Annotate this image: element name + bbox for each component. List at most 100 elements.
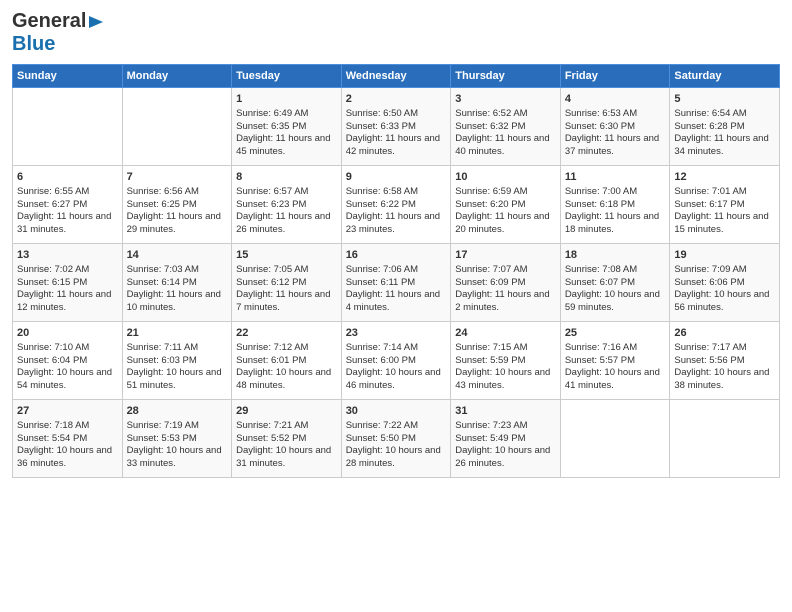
day-number: 10 [455,170,556,185]
day-info: Sunrise: 6:52 AM [455,108,556,121]
day-info: Sunrise: 7:23 AM [455,420,556,433]
column-header-saturday: Saturday [670,65,780,88]
day-number: 5 [674,92,775,107]
day-number: 6 [17,170,118,185]
calendar-cell: 16Sunrise: 7:06 AMSunset: 6:11 PMDayligh… [341,244,451,322]
day-info: Sunset: 6:30 PM [565,121,666,134]
day-info: Sunrise: 7:12 AM [236,342,337,355]
calendar-cell: 8Sunrise: 6:57 AMSunset: 6:23 PMDaylight… [232,166,342,244]
day-info: Sunrise: 7:18 AM [17,420,118,433]
calendar-cell: 14Sunrise: 7:03 AMSunset: 6:14 PMDayligh… [122,244,232,322]
day-number: 1 [236,92,337,107]
calendar-cell: 23Sunrise: 7:14 AMSunset: 6:00 PMDayligh… [341,322,451,400]
day-number: 23 [346,326,447,341]
calendar-week-4: 20Sunrise: 7:10 AMSunset: 6:04 PMDayligh… [13,322,780,400]
day-info: Sunrise: 7:22 AM [346,420,447,433]
calendar-body: 1Sunrise: 6:49 AMSunset: 6:35 PMDaylight… [13,88,780,478]
day-info: Sunset: 6:14 PM [127,277,228,290]
day-info: Daylight: 10 hours and 38 minutes. [674,367,775,393]
day-number: 29 [236,404,337,419]
calendar-cell: 21Sunrise: 7:11 AMSunset: 6:03 PMDayligh… [122,322,232,400]
day-info: Daylight: 11 hours and 37 minutes. [565,133,666,159]
day-info: Sunrise: 6:55 AM [17,186,118,199]
day-number: 20 [17,326,118,341]
day-number: 9 [346,170,447,185]
day-number: 15 [236,248,337,263]
day-info: Sunset: 6:25 PM [127,199,228,212]
day-info: Sunset: 6:09 PM [455,277,556,290]
day-info: Daylight: 11 hours and 15 minutes. [674,211,775,237]
calendar-cell: 9Sunrise: 6:58 AMSunset: 6:22 PMDaylight… [341,166,451,244]
day-number: 7 [127,170,228,185]
day-info: Sunset: 6:01 PM [236,355,337,368]
day-info: Sunset: 6:06 PM [674,277,775,290]
day-info: Sunset: 6:28 PM [674,121,775,134]
calendar-cell: 2Sunrise: 6:50 AMSunset: 6:33 PMDaylight… [341,88,451,166]
day-info: Daylight: 10 hours and 41 minutes. [565,367,666,393]
day-info: Sunrise: 6:50 AM [346,108,447,121]
day-info: Daylight: 11 hours and 34 minutes. [674,133,775,159]
day-info: Daylight: 10 hours and 43 minutes. [455,367,556,393]
calendar-cell: 29Sunrise: 7:21 AMSunset: 5:52 PMDayligh… [232,400,342,478]
calendar-cell: 30Sunrise: 7:22 AMSunset: 5:50 PMDayligh… [341,400,451,478]
day-info: Sunset: 6:07 PM [565,277,666,290]
day-info: Daylight: 11 hours and 20 minutes. [455,211,556,237]
calendar-cell: 25Sunrise: 7:16 AMSunset: 5:57 PMDayligh… [560,322,670,400]
calendar-cell: 12Sunrise: 7:01 AMSunset: 6:17 PMDayligh… [670,166,780,244]
day-info: Sunrise: 6:57 AM [236,186,337,199]
day-info: Sunset: 6:23 PM [236,199,337,212]
day-info: Sunset: 6:17 PM [674,199,775,212]
calendar-cell [122,88,232,166]
day-info: Sunset: 6:33 PM [346,121,447,134]
calendar-cell: 26Sunrise: 7:17 AMSunset: 5:56 PMDayligh… [670,322,780,400]
day-info: Sunrise: 7:19 AM [127,420,228,433]
calendar-week-2: 6Sunrise: 6:55 AMSunset: 6:27 PMDaylight… [13,166,780,244]
day-number: 12 [674,170,775,185]
day-number: 28 [127,404,228,419]
calendar-cell: 19Sunrise: 7:09 AMSunset: 6:06 PMDayligh… [670,244,780,322]
day-info: Sunrise: 7:02 AM [17,264,118,277]
day-info: Daylight: 10 hours and 51 minutes. [127,367,228,393]
day-info: Sunrise: 7:05 AM [236,264,337,277]
calendar-cell: 4Sunrise: 6:53 AMSunset: 6:30 PMDaylight… [560,88,670,166]
day-info: Daylight: 11 hours and 2 minutes. [455,289,556,315]
day-info: Daylight: 11 hours and 26 minutes. [236,211,337,237]
day-info: Daylight: 11 hours and 10 minutes. [127,289,228,315]
column-header-thursday: Thursday [451,65,561,88]
day-info: Daylight: 10 hours and 54 minutes. [17,367,118,393]
calendar-cell: 7Sunrise: 6:56 AMSunset: 6:25 PMDaylight… [122,166,232,244]
day-info: Daylight: 10 hours and 46 minutes. [346,367,447,393]
calendar-cell: 31Sunrise: 7:23 AMSunset: 5:49 PMDayligh… [451,400,561,478]
day-info: Sunrise: 6:58 AM [346,186,447,199]
calendar-cell [670,400,780,478]
calendar-cell: 3Sunrise: 6:52 AMSunset: 6:32 PMDaylight… [451,88,561,166]
day-number: 19 [674,248,775,263]
day-number: 25 [565,326,666,341]
day-info: Sunset: 6:15 PM [17,277,118,290]
day-info: Sunset: 6:04 PM [17,355,118,368]
logo-general: General [12,10,86,33]
day-info: Sunset: 5:56 PM [674,355,775,368]
day-number: 24 [455,326,556,341]
calendar-cell [560,400,670,478]
day-info: Sunrise: 6:59 AM [455,186,556,199]
calendar-cell [13,88,123,166]
day-number: 26 [674,326,775,341]
day-number: 13 [17,248,118,263]
day-number: 21 [127,326,228,341]
calendar-week-1: 1Sunrise: 6:49 AMSunset: 6:35 PMDaylight… [13,88,780,166]
day-info: Sunset: 6:00 PM [346,355,447,368]
day-info: Sunset: 6:35 PM [236,121,337,134]
day-info: Daylight: 10 hours and 31 minutes. [236,445,337,471]
day-info: Sunset: 6:22 PM [346,199,447,212]
calendar-week-3: 13Sunrise: 7:02 AMSunset: 6:15 PM Dayligh… [13,244,780,322]
day-number: 31 [455,404,556,419]
column-header-tuesday: Tuesday [232,65,342,88]
day-number: 27 [17,404,118,419]
calendar-cell: 1Sunrise: 6:49 AMSunset: 6:35 PMDaylight… [232,88,342,166]
day-info: Sunrise: 7:14 AM [346,342,447,355]
day-info: Sunrise: 7:16 AM [565,342,666,355]
logo-arrow-icon [87,13,105,31]
day-number: 18 [565,248,666,263]
calendar-cell: 22Sunrise: 7:12 AMSunset: 6:01 PMDayligh… [232,322,342,400]
